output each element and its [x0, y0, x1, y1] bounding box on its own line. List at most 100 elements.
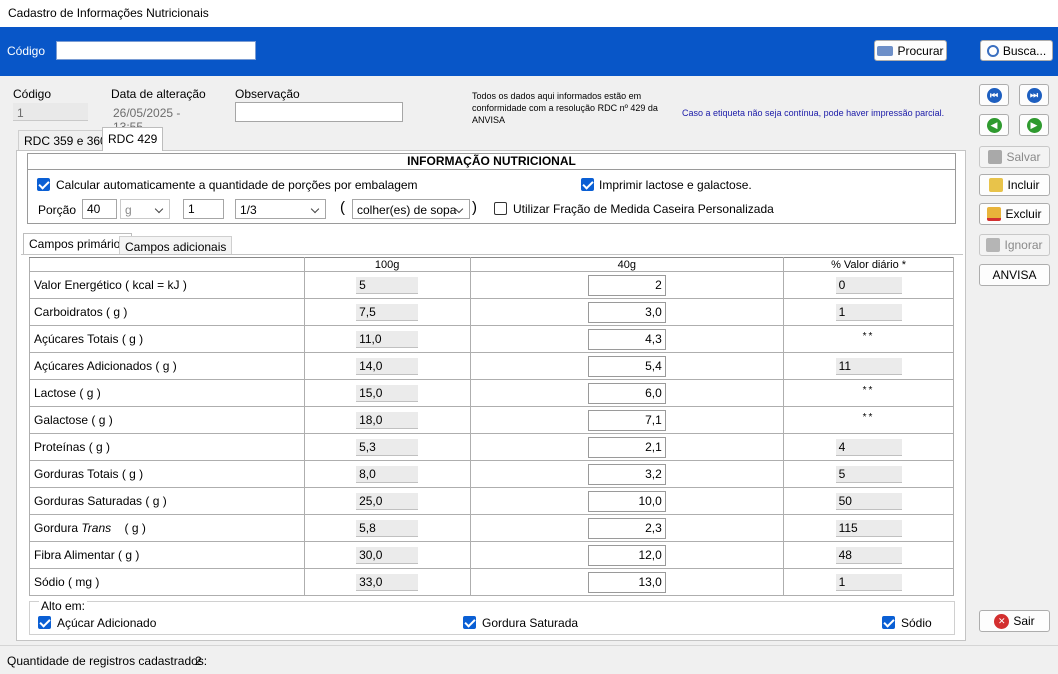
value-40g-input[interactable]: 3,0: [587, 301, 666, 323]
subtab-divider: [21, 254, 963, 255]
table-row: Gorduras Saturadas ( g ) 25,0 10,0 50: [29, 487, 954, 515]
value-vd: 11: [835, 357, 902, 375]
value-100g: 11,0: [356, 330, 419, 348]
first-record-button[interactable]: ⏮: [979, 84, 1009, 106]
nutrient-name: Proteínas ( g ): [34, 440, 111, 454]
ignorar-label: Ignorar: [1004, 238, 1043, 252]
calc-portions-checkbox[interactable]: [37, 178, 50, 191]
incluir-label: Incluir: [1007, 178, 1040, 192]
value-40g-input[interactable]: 2: [587, 274, 666, 296]
incluir-button[interactable]: Incluir: [979, 174, 1050, 196]
value-40g-input[interactable]: 10,0: [587, 490, 666, 512]
table-row: Açúcares Totais ( g ) 11,0 4,3 **: [29, 325, 954, 353]
value-100g: 25,0: [356, 492, 419, 510]
sodio-checkbox[interactable]: [882, 616, 895, 629]
value-40g-input[interactable]: 2,3: [587, 517, 666, 539]
next-record-button[interactable]: ▶: [1019, 114, 1049, 136]
value-100g: 15,0: [356, 384, 419, 402]
value-100g: 5: [356, 276, 419, 294]
search-code-input[interactable]: [56, 41, 256, 60]
data-alteracao-label: Data de alteração: [111, 87, 206, 101]
value-vd: 115: [835, 519, 902, 537]
col-header-40g: 40g: [469, 257, 785, 272]
value-vd: 48: [835, 546, 902, 564]
tab-campos-primarios[interactable]: Campos primários: [23, 233, 133, 255]
add-document-icon: [989, 178, 1004, 192]
rdc-info-text: Todos os dados aqui informados estão em …: [472, 91, 658, 125]
value-40g-input[interactable]: 7,1: [587, 409, 666, 431]
ignorar-button[interactable]: Ignorar: [979, 234, 1050, 256]
binoculars-icon: [877, 45, 894, 56]
gordura-saturada-label: Gordura Saturada: [482, 616, 579, 630]
records-count-value: 2: [195, 654, 202, 668]
gordura-saturada-checkbox[interactable]: [463, 616, 476, 629]
paren-close: ): [472, 199, 477, 216]
prev-record-button[interactable]: ◀: [979, 114, 1009, 136]
print-lactose-label: Imprimir lactose e galactose.: [599, 178, 752, 192]
nutrition-title: INFORMAÇÃO NUTRICIONAL: [27, 153, 956, 169]
busca-button[interactable]: Busca...: [980, 40, 1053, 61]
custom-fraction-label: Utilizar Fração de Medida Caseira Person…: [513, 202, 774, 216]
measure-select[interactable]: colher(es) de sopa: [352, 199, 470, 219]
custom-fraction-checkbox[interactable]: [494, 202, 507, 215]
value-40g-input[interactable]: 2,1: [587, 436, 666, 458]
last-record-button[interactable]: ⏭: [1019, 84, 1049, 106]
value-vd: 50: [835, 492, 902, 510]
value-40g-input[interactable]: 5,4: [587, 355, 666, 377]
nutrient-name: Lactose ( g ): [34, 386, 101, 400]
nutrient-name: Sódio ( mg ): [34, 575, 100, 589]
value-40g-input[interactable]: 4,3: [587, 328, 666, 350]
value-40g-input[interactable]: 3,2: [587, 463, 666, 485]
table-row: Carboidratos ( g ) 7,5 3,0 1: [29, 298, 954, 326]
value-100g: 8,0: [356, 465, 419, 483]
procurar-button[interactable]: Procurar: [874, 40, 947, 61]
quantity-input[interactable]: 1: [183, 199, 224, 219]
sair-label: Sair: [1013, 614, 1035, 628]
nutrient-name: Carboidratos ( g ): [34, 305, 128, 319]
table-row: Sódio ( mg ) 33,0 13,0 1: [29, 568, 954, 596]
observacao-label: Observação: [235, 87, 300, 101]
magnifier-icon: [986, 44, 999, 57]
value-40g-input[interactable]: 6,0: [587, 382, 666, 404]
value-100g: 5,3: [356, 438, 419, 456]
fraction-select[interactable]: 1/3: [235, 199, 326, 219]
sodio-label: Sódio: [901, 616, 932, 630]
status-bar: Quantidade de registros cadastrados: 2: [0, 645, 1058, 674]
last-record-icon: ⏭: [1026, 87, 1042, 103]
nutrient-name: Gorduras Totais ( g ): [34, 467, 144, 481]
excluir-button[interactable]: Excluir: [979, 203, 1050, 225]
paren-open: (: [340, 199, 345, 216]
col-header-name: [29, 257, 305, 272]
value-vd: **: [862, 330, 875, 342]
porcao-input[interactable]: 40: [82, 199, 117, 219]
data-alteracao-field: 26/05/2025 - 13:55: [113, 106, 181, 134]
table-row: Fibra Alimentar ( g ) 30,0 12,0 48: [29, 541, 954, 569]
print-lactose-checkbox[interactable]: [581, 178, 594, 191]
delete-document-icon: [987, 207, 1002, 221]
salvar-label: Salvar: [1006, 150, 1041, 164]
value-100g: 18,0: [356, 411, 419, 429]
procurar-label: Procurar: [897, 43, 944, 58]
excluir-label: Excluir: [1005, 207, 1042, 221]
observacao-field[interactable]: [235, 102, 403, 122]
value-40g-input[interactable]: 12,0: [587, 544, 666, 566]
value-100g: 30,0: [356, 546, 419, 564]
table-row: Valor Energético ( kcal = kJ ) 5 2 0: [29, 271, 954, 299]
anvisa-button[interactable]: ANVISA: [979, 264, 1050, 286]
value-100g: 33,0: [356, 573, 419, 591]
sair-button[interactable]: ✕ Sair: [979, 610, 1050, 632]
value-vd: 0: [835, 276, 902, 294]
salvar-button[interactable]: Salvar: [979, 146, 1050, 168]
nutrient-name: Açúcares Totais ( g ): [34, 332, 144, 346]
table-row: Galactose ( g ) 18,0 7,1 **: [29, 406, 954, 434]
undo-icon: [986, 238, 1001, 252]
tab-rdc-359[interactable]: RDC 359 e 360: [18, 130, 113, 150]
value-vd: **: [862, 411, 875, 423]
value-40g-input[interactable]: 13,0: [587, 571, 666, 593]
porcao-label: Porção: [38, 203, 77, 217]
acucar-adicionado-checkbox[interactable]: [38, 616, 51, 629]
unit-select[interactable]: g: [120, 199, 170, 219]
tab-campos-adicionais[interactable]: Campos adicionais: [119, 236, 233, 255]
tab-rdc-429[interactable]: RDC 429: [102, 127, 164, 151]
arrow-left-icon: ◀: [986, 117, 1002, 133]
